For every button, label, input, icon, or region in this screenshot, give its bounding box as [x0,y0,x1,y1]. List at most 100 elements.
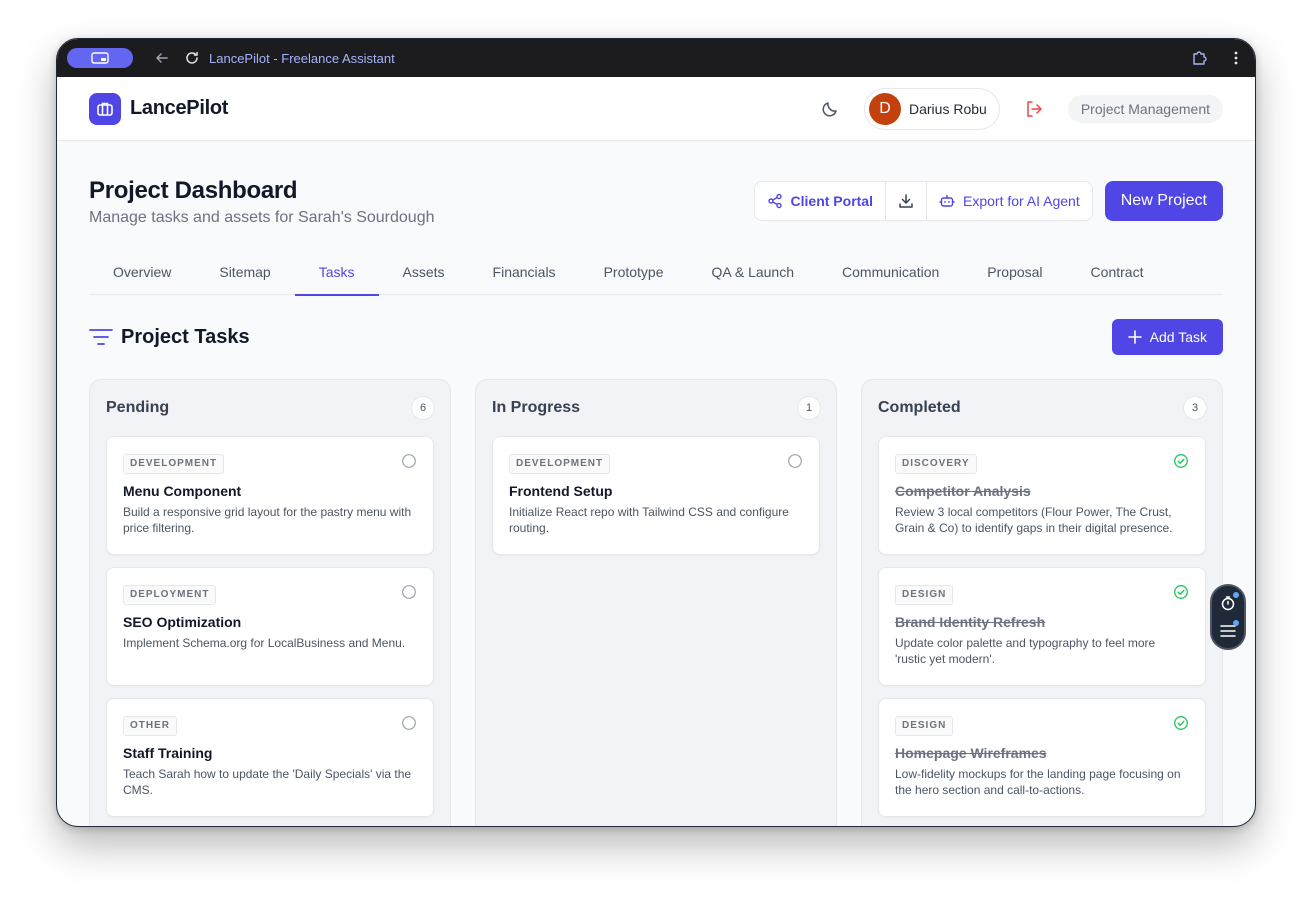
task-title: Competitor Analysis [895,483,1031,499]
briefcase-icon [89,92,121,125]
page-title: Project Dashboard [89,177,298,204]
check-circle-icon[interactable] [1173,715,1189,731]
task-list-button[interactable] [1219,620,1239,640]
check-circle-icon[interactable] [1173,453,1189,469]
task-description: Review 3 local competitors (Flour Power,… [895,505,1173,535]
task-tag: DESIGN [895,585,954,605]
screen-icon [91,52,109,64]
task-tag: DEVELOPMENT [123,454,225,474]
main-content: Project Dashboard Manage tasks and asset… [57,177,1255,826]
plus-icon [1127,330,1142,344]
tab-tasks[interactable]: Tasks [294,249,379,296]
circle-icon[interactable] [787,453,803,469]
column-count: 6 [412,397,434,419]
app-window: LancePilot - Freelance Assistant LancePi… [56,38,1256,827]
client-portal-label: Client Portal [790,193,873,209]
task-description: Build a responsive grid layout for the p… [123,505,412,535]
tab-prototype[interactable]: Prototype [580,249,688,295]
task-card[interactable]: DISCOVERY Competitor Analysis Review 3 l… [878,436,1206,555]
task-tag: OTHER [123,716,177,736]
task-title: Frontend Setup [509,483,613,499]
brand-name: LancePilot [130,97,229,119]
circle-icon[interactable] [401,584,417,600]
tab-proposal[interactable]: Proposal [963,249,1066,295]
column-count: 3 [1184,397,1206,419]
task-title: Homepage Wireframes [895,745,1047,761]
task-tag: DEVELOPMENT [509,454,611,474]
column-pending: Pending 6 DEVELOPMENT Menu Component Bui… [89,379,451,826]
tab-pill[interactable] [67,48,133,68]
check-circle-icon[interactable] [1173,584,1189,600]
action-button-group: Client Portal Export for AI Agent [753,181,1093,221]
moon-icon [822,101,837,117]
user-menu[interactable]: D Darius Robu [863,87,1000,130]
tab-communication[interactable]: Communication [818,249,963,295]
task-card[interactable]: DEVELOPMENT Menu Component Build a respo… [106,436,434,555]
project-management-chip[interactable]: Project Management [1067,94,1223,123]
task-tag: DESIGN [895,716,954,736]
task-card[interactable]: OTHER Staff Training Teach Sarah how to … [106,698,434,817]
timer-button[interactable] [1219,592,1239,612]
column-title: In Progress [492,399,581,416]
list-icon [1220,625,1236,637]
robot-icon [939,194,955,207]
theme-toggle-button[interactable] [814,93,846,125]
task-tag: DEPLOYMENT [123,585,217,605]
back-arrow-icon[interactable] [153,49,171,67]
tab-contract[interactable]: Contract [1067,249,1168,295]
download-icon [899,194,913,208]
column-count: 1 [798,397,820,419]
task-description: Implement Schema.org for LocalBusiness a… [123,636,406,650]
logout-button[interactable] [1022,97,1046,121]
extension-icon[interactable] [1191,49,1209,67]
task-tag: DISCOVERY [895,454,977,474]
task-title: Brand Identity Refresh [895,614,1046,630]
notification-dot [1233,592,1239,598]
logout-icon [1027,100,1042,117]
task-card[interactable]: DESIGN Homepage Wireframes Low-fidelity … [878,698,1206,817]
tab-overview[interactable]: Overview [89,249,195,295]
section-title: Project Tasks [121,325,250,348]
new-project-button[interactable]: New Project [1104,181,1223,221]
avatar: D [868,92,901,125]
circle-icon[interactable] [401,715,417,731]
task-title: Staff Training [123,745,213,761]
circle-icon[interactable] [401,453,417,469]
client-portal-button[interactable]: Client Portal [755,182,885,220]
tab-financials[interactable]: Financials [469,249,580,295]
task-title: SEO Optimization [123,614,242,630]
browser-bar: LancePilot - Freelance Assistant [57,39,1255,77]
task-description: Teach Sarah how to update the 'Daily Spe… [123,767,412,797]
download-button[interactable] [885,182,926,220]
reload-icon[interactable] [183,49,201,67]
task-description: Initialize React repo with Tailwind CSS … [509,505,789,535]
floating-toolbar [1210,584,1246,650]
column-in-progress: In Progress 1 DEVELOPMENT Frontend Setup… [475,379,837,826]
kebab-menu-icon[interactable] [1227,49,1245,67]
add-task-button[interactable]: Add Task [1111,319,1223,355]
task-description: Low-fidelity mockups for the landing pag… [895,767,1181,797]
task-card[interactable]: DEVELOPMENT Frontend Setup Initialize Re… [492,436,820,555]
kanban-board: Pending 6 DEVELOPMENT Menu Component Bui… [89,379,1223,826]
filter-icon [89,325,113,349]
notification-dot [1233,620,1239,626]
page-subtitle: Manage tasks and assets for Sarah's Sour… [89,209,435,226]
user-name: Darius Robu [908,100,987,117]
export-ai-button[interactable]: Export for AI Agent [926,182,1092,220]
column-title: Pending [106,399,170,416]
export-ai-label: Export for AI Agent [963,193,1080,209]
tab-sitemap[interactable]: Sitemap [195,249,294,295]
add-task-label: Add Task [1149,329,1207,345]
task-title: Menu Component [123,483,242,499]
tab-assets[interactable]: Assets [379,249,469,295]
column-title: Completed [878,399,961,416]
task-card[interactable]: DEPLOYMENT SEO Optimization Implement Sc… [106,567,434,686]
browser-title: LancePilot - Freelance Assistant [209,50,395,66]
tab-qa-launch[interactable]: QA & Launch [688,249,819,295]
tab-bar: Overview Sitemap Tasks Assets Financials… [89,249,1223,296]
task-card[interactable]: DESIGN Brand Identity Refresh Update col… [878,567,1206,686]
app-header: LancePilot D Darius Robu Project Managem… [57,77,1255,141]
share-icon [767,193,782,209]
task-description: Update color palette and typography to f… [895,636,1156,666]
column-completed: Completed 3 DISCOVERY Competitor Analysi… [861,379,1223,826]
